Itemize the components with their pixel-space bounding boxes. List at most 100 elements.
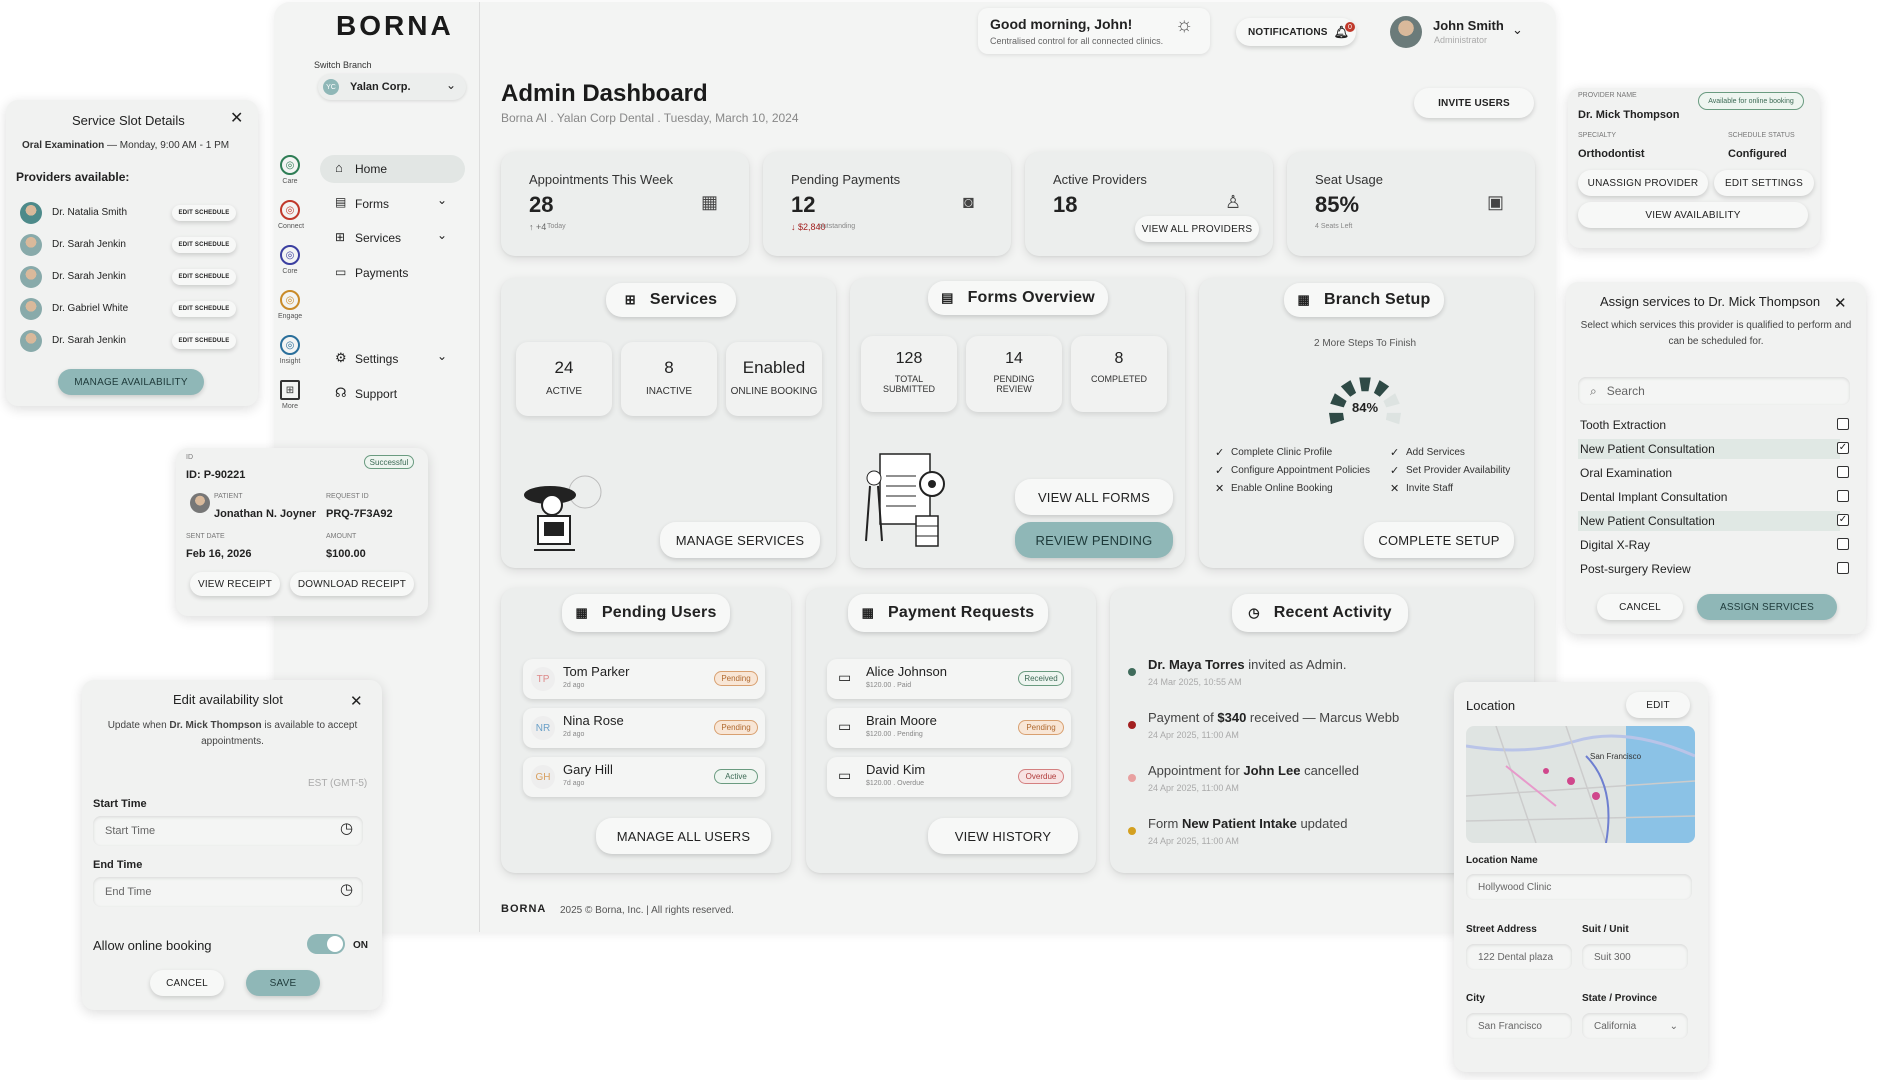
steps-note: 2 More Steps To Finish bbox=[1314, 338, 1417, 349]
service-option[interactable]: Digital X-Ray bbox=[1580, 538, 1650, 552]
search-input[interactable]: ⌕ Search bbox=[1578, 377, 1850, 405]
online-booking-toggle[interactable] bbox=[307, 934, 345, 954]
rail-core-icon[interactable]: ◎ bbox=[280, 245, 300, 265]
request-id-label: REQUEST ID bbox=[326, 493, 369, 500]
close-icon[interactable]: ✕ bbox=[230, 108, 243, 128]
edit-slot-title: Edit availability slot bbox=[173, 692, 283, 707]
manage-services-button[interactable]: MANAGE SERVICES bbox=[660, 522, 820, 558]
review-pending-button[interactable]: REVIEW PENDING bbox=[1015, 522, 1173, 558]
activity-post: updated bbox=[1296, 816, 1348, 831]
service-option[interactable]: New Patient Consultation bbox=[1580, 442, 1715, 456]
view-history-button[interactable]: VIEW HISTORY bbox=[928, 818, 1078, 854]
service-checkbox[interactable] bbox=[1837, 538, 1849, 550]
edit-schedule-button[interactable]: EDIT SCHEDULE bbox=[172, 269, 236, 285]
service-option[interactable]: New Patient Consultation bbox=[1580, 514, 1715, 528]
edit-schedule-button[interactable]: EDIT SCHEDULE bbox=[172, 301, 236, 317]
provider-name: Dr. Mick Thompson bbox=[1578, 109, 1680, 121]
branch-switcher[interactable]: YC Yalan Corp. ⌄ bbox=[318, 74, 466, 100]
nav-forms[interactable]: Forms bbox=[355, 197, 389, 211]
notifications-button[interactable]: NOTIFICATIONS 🔔︎ bbox=[1236, 18, 1356, 46]
service-checkbox[interactable] bbox=[1837, 490, 1849, 502]
rail-care-icon[interactable]: ◎ bbox=[280, 155, 300, 175]
status-badge: Active bbox=[714, 769, 758, 784]
stat-label: Pending Payments bbox=[791, 172, 901, 187]
rail-engage-icon[interactable]: ◎ bbox=[280, 290, 300, 310]
save-button[interactable]: SAVE bbox=[246, 970, 320, 996]
service-checkbox[interactable] bbox=[1837, 466, 1849, 478]
end-time-field[interactable]: End Time bbox=[93, 877, 363, 907]
manage-availability-button[interactable]: MANAGE AVAILABILITY bbox=[58, 369, 204, 395]
nav-home-label: Home bbox=[355, 162, 388, 176]
street-field[interactable]: 122 Dental plaza bbox=[1466, 944, 1572, 970]
edit-schedule-button[interactable]: EDIT SCHEDULE bbox=[172, 237, 236, 253]
service-checkbox[interactable] bbox=[1837, 418, 1849, 430]
cancel-button[interactable]: CANCEL bbox=[150, 970, 224, 996]
edit-settings-button[interactable]: EDIT SETTINGS bbox=[1714, 170, 1814, 196]
nav-services[interactable]: Services bbox=[355, 231, 401, 245]
service-option[interactable]: Oral Examination bbox=[1580, 466, 1672, 480]
chevron-down-icon[interactable]: ⌄ bbox=[437, 193, 447, 207]
edit-location-button[interactable]: EDIT bbox=[1626, 692, 1690, 718]
nav-support[interactable]: Support bbox=[355, 387, 397, 401]
services-title: Services bbox=[649, 291, 718, 308]
progress-value: 84% bbox=[1352, 400, 1379, 415]
activity-subject: Dr. Maya Torres bbox=[1148, 657, 1245, 672]
specialty: Orthodontist bbox=[1578, 148, 1645, 160]
stat-label: Active Providers bbox=[1053, 172, 1147, 187]
service-checkbox[interactable]: ✓ bbox=[1837, 442, 1849, 454]
clock-icon: ◷ bbox=[340, 881, 354, 898]
state-select[interactable]: California ⌄ bbox=[1582, 1013, 1688, 1039]
manage-all-users-button[interactable]: MANAGE ALL USERS bbox=[596, 818, 771, 854]
download-receipt-button[interactable]: DOWNLOAD RECEIPT bbox=[290, 572, 414, 596]
chevron-down-icon[interactable]: ⌄ bbox=[437, 349, 447, 363]
gauge-segment bbox=[1329, 412, 1345, 425]
provider-icon: ♙ bbox=[1225, 192, 1242, 212]
close-icon[interactable]: ✕ bbox=[1834, 294, 1847, 312]
rail-connect-icon[interactable]: ◎ bbox=[280, 200, 300, 220]
service-option[interactable]: Post-surgery Review bbox=[1580, 562, 1691, 576]
view-all-forms-button[interactable]: VIEW ALL FORMS bbox=[1015, 479, 1173, 515]
assign-services-button[interactable]: ASSIGN SERVICES bbox=[1697, 594, 1837, 620]
user-name: Tom Parker bbox=[563, 664, 630, 679]
suit-field[interactable]: Suit 300 bbox=[1582, 944, 1688, 970]
clock-icon: ◷ bbox=[340, 820, 354, 837]
payment-detail: $120.00 . Paid bbox=[866, 682, 912, 689]
view-receipt-button[interactable]: VIEW RECEIPT bbox=[190, 572, 280, 596]
rail-insight-icon[interactable]: ◎ bbox=[280, 335, 300, 355]
invite-users-button[interactable]: INVITE USERS bbox=[1414, 88, 1534, 118]
forms-icon: ▤ bbox=[335, 195, 347, 209]
stat-label: Appointments This Week bbox=[529, 172, 674, 187]
view-all-providers-button[interactable]: VIEW ALL PROVIDERS bbox=[1135, 216, 1259, 242]
location-name-field[interactable]: Hollywood Clinic bbox=[1466, 874, 1692, 900]
close-icon[interactable]: ✕ bbox=[350, 692, 363, 710]
services-icon: ⊞ bbox=[624, 292, 636, 307]
checklist-item: Configure Appointment Policies bbox=[1231, 465, 1370, 476]
checklist-item: Invite Staff bbox=[1406, 483, 1454, 494]
complete-setup-button[interactable]: COMPLETE SETUP bbox=[1364, 522, 1514, 558]
nav-settings[interactable]: Settings bbox=[355, 352, 398, 366]
edit-schedule-button[interactable]: EDIT SCHEDULE bbox=[172, 333, 236, 349]
service-checkbox[interactable]: ✓ bbox=[1837, 514, 1849, 526]
edit-schedule-button[interactable]: EDIT SCHEDULE bbox=[172, 205, 236, 221]
forms-illustration bbox=[862, 446, 952, 551]
chevron-down-icon[interactable]: ⌄ bbox=[437, 228, 447, 242]
greeting-title: Good morning, John! bbox=[990, 16, 1133, 32]
chevron-down-icon[interactable]: ⌄ bbox=[1512, 22, 1523, 38]
forms-stat-value: 128 bbox=[895, 350, 923, 367]
activity-text: Form New Patient Intake updated bbox=[1148, 816, 1347, 831]
map[interactable]: San Francisco bbox=[1466, 726, 1695, 843]
city-field[interactable]: San Francisco bbox=[1466, 1013, 1572, 1039]
service-option[interactable]: Tooth Extraction bbox=[1580, 418, 1666, 432]
service-checkbox[interactable] bbox=[1837, 562, 1849, 574]
cancel-button[interactable]: CANCEL bbox=[1597, 594, 1683, 620]
services-title-pill: ⊞ Services bbox=[606, 283, 736, 317]
nav-payments[interactable]: Payments bbox=[355, 266, 408, 280]
avatar[interactable] bbox=[1390, 16, 1422, 48]
activity-dot bbox=[1128, 827, 1136, 835]
service-option[interactable]: Dental Implant Consultation bbox=[1580, 490, 1727, 504]
start-time-field[interactable]: Start Time bbox=[93, 816, 363, 846]
rail-more-icon[interactable]: ⊞ bbox=[280, 380, 300, 400]
brand-logo[interactable]: BORNA bbox=[336, 10, 454, 42]
view-availability-button[interactable]: VIEW AVAILABILITY bbox=[1578, 202, 1808, 228]
unassign-provider-button[interactable]: UNASSIGN PROVIDER bbox=[1578, 170, 1708, 196]
